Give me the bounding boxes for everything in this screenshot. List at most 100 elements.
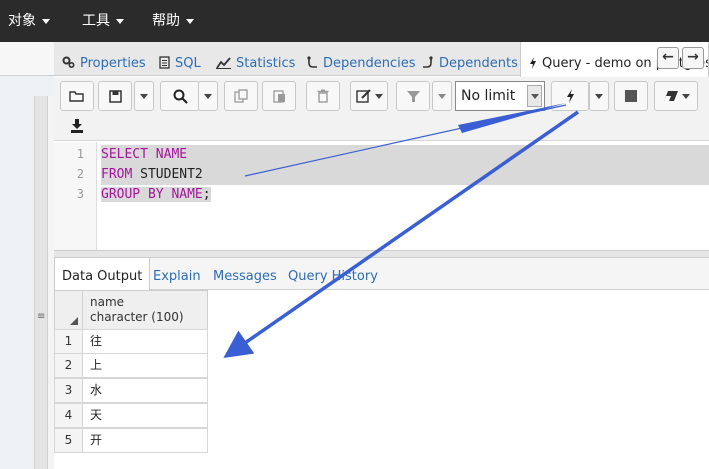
sql-editor[interactable]: 1 2 3 SELECT NAME FROM STUDENT2 GROUP BY…	[54, 142, 709, 250]
row-number[interactable]: 4	[54, 403, 83, 428]
table-cell[interactable]: 天	[82, 403, 208, 428]
arrow-left-icon: ←	[662, 49, 674, 65]
chevron-down-icon	[204, 93, 212, 99]
copy-icon	[234, 89, 248, 103]
folder-open-icon	[69, 90, 84, 102]
download-button[interactable]	[60, 113, 94, 139]
menu-help-label: 帮助	[152, 13, 180, 29]
execute-bolt-icon	[566, 89, 574, 103]
tab-properties-label: Properties	[80, 56, 146, 71]
chevron-down-icon	[681, 93, 690, 99]
execute-options-dropdown[interactable]	[589, 81, 609, 111]
save-file-button[interactable]	[98, 81, 132, 111]
tab-sql[interactable]: SQL	[159, 42, 201, 76]
search-icon	[173, 89, 188, 104]
code-token: GROUP BY NAME	[101, 187, 203, 202]
tab-dependents-label: Dependents	[439, 56, 518, 71]
menu-object[interactable]: 对象	[8, 0, 50, 42]
save-icon	[108, 89, 122, 103]
filter-options-dropdown[interactable]	[432, 81, 452, 111]
panel-splitter[interactable]: ≡	[34, 96, 48, 469]
row-number[interactable]: 5	[54, 428, 83, 453]
chevron-down-icon	[140, 93, 148, 99]
code-token: STUDENT2	[132, 167, 203, 182]
filter-button[interactable]	[396, 81, 430, 111]
edit-button[interactable]	[350, 81, 388, 111]
download-icon	[71, 119, 83, 133]
chevron-down-icon	[116, 18, 124, 24]
statistics-icon	[216, 57, 231, 69]
dependents-icon	[423, 56, 433, 68]
table-cell[interactable]: 开	[82, 428, 208, 453]
line-number-gutter: 1 2 3	[54, 142, 97, 250]
tab-explain[interactable]: Explain	[153, 258, 201, 290]
table-cell[interactable]: 水	[82, 378, 208, 403]
tab-scroll-left-button[interactable]: ←	[657, 47, 679, 69]
select-all-corner[interactable]	[54, 290, 83, 330]
code-line-1: SELECT NAME	[101, 145, 709, 165]
clear-button[interactable]	[654, 81, 698, 111]
code-token: ;	[202, 187, 211, 202]
find-options-dropdown[interactable]	[198, 81, 218, 111]
tab-messages[interactable]: Messages	[213, 258, 277, 290]
tab-dependencies[interactable]: Dependencies	[306, 42, 416, 76]
code-token: FROM	[101, 167, 133, 182]
table-cell[interactable]: 往	[82, 329, 208, 354]
menu-object-label: 对象	[8, 13, 36, 29]
browser-panel: ≡	[0, 42, 54, 469]
tab-statistics[interactable]: Statistics	[216, 42, 295, 76]
chevron-down-icon	[438, 93, 446, 99]
trash-icon	[317, 89, 329, 103]
output-tab-bar: Data Output Explain Messages Query Histo…	[54, 258, 709, 291]
query-bolt-icon	[530, 57, 536, 69]
code-line-3: GROUP BY NAME;	[101, 185, 211, 205]
tab-scroll-right-button[interactable]: →	[682, 47, 704, 69]
copy-button[interactable]	[224, 81, 258, 111]
menu-help[interactable]: 帮助	[152, 0, 194, 42]
row-number[interactable]: 3	[54, 378, 83, 403]
sql-icon	[159, 56, 170, 69]
tab-dependencies-label: Dependencies	[323, 56, 416, 71]
column-name: name	[90, 295, 125, 309]
tab-properties[interactable]: Properties	[62, 42, 146, 76]
paste-icon	[272, 90, 285, 103]
save-options-dropdown[interactable]	[134, 81, 154, 111]
line-number: 1	[76, 147, 84, 161]
code-line-2: FROM STUDENT2	[101, 165, 709, 185]
column-type: character (100)	[90, 310, 184, 324]
menu-tools-label: 工具	[82, 13, 110, 29]
chevron-down-icon	[186, 18, 194, 24]
row-number[interactable]: 2	[54, 353, 83, 378]
tab-statistics-label: Statistics	[236, 56, 296, 71]
dependencies-icon	[307, 56, 317, 68]
stop-icon	[625, 90, 637, 102]
chevron-down-icon	[374, 93, 383, 99]
delete-button[interactable]	[306, 81, 340, 111]
menu-tools[interactable]: 工具	[82, 0, 124, 42]
arrow-right-icon: →	[687, 49, 699, 65]
execute-button[interactable]	[551, 81, 589, 111]
row-limit-value: No limit	[461, 88, 516, 104]
tab-query[interactable]: Query - demo on postgres	[520, 42, 709, 77]
open-file-button[interactable]	[60, 81, 94, 111]
row-limit-select[interactable]: No limit	[455, 81, 545, 111]
edit-icon	[355, 89, 371, 103]
stop-button[interactable]	[614, 81, 648, 111]
paste-button[interactable]	[262, 81, 296, 111]
tab-sql-label: SQL	[175, 56, 201, 71]
code-token: NAME	[147, 147, 188, 162]
chevron-down-icon	[595, 93, 603, 99]
code-token: SELECT	[101, 147, 148, 162]
menu-bar: 对象 工具 帮助	[0, 0, 709, 42]
tab-data-output[interactable]: Data Output	[54, 258, 151, 291]
tab-dependents[interactable]: Dependents	[422, 42, 518, 76]
row-number[interactable]: 1	[54, 329, 83, 354]
column-header-name[interactable]: name character (100)	[82, 290, 208, 330]
table-cell[interactable]: 上	[82, 353, 208, 378]
editor-output-splitter[interactable]	[54, 250, 709, 258]
tab-query-history[interactable]: Query History	[288, 258, 378, 290]
panel-tab-bar: Properties SQL Statistics Dependencies D…	[54, 42, 709, 77]
row-limit-dropdown-arrow[interactable]	[527, 85, 542, 107]
find-button[interactable]	[160, 81, 200, 111]
browser-panel-header	[0, 42, 54, 76]
